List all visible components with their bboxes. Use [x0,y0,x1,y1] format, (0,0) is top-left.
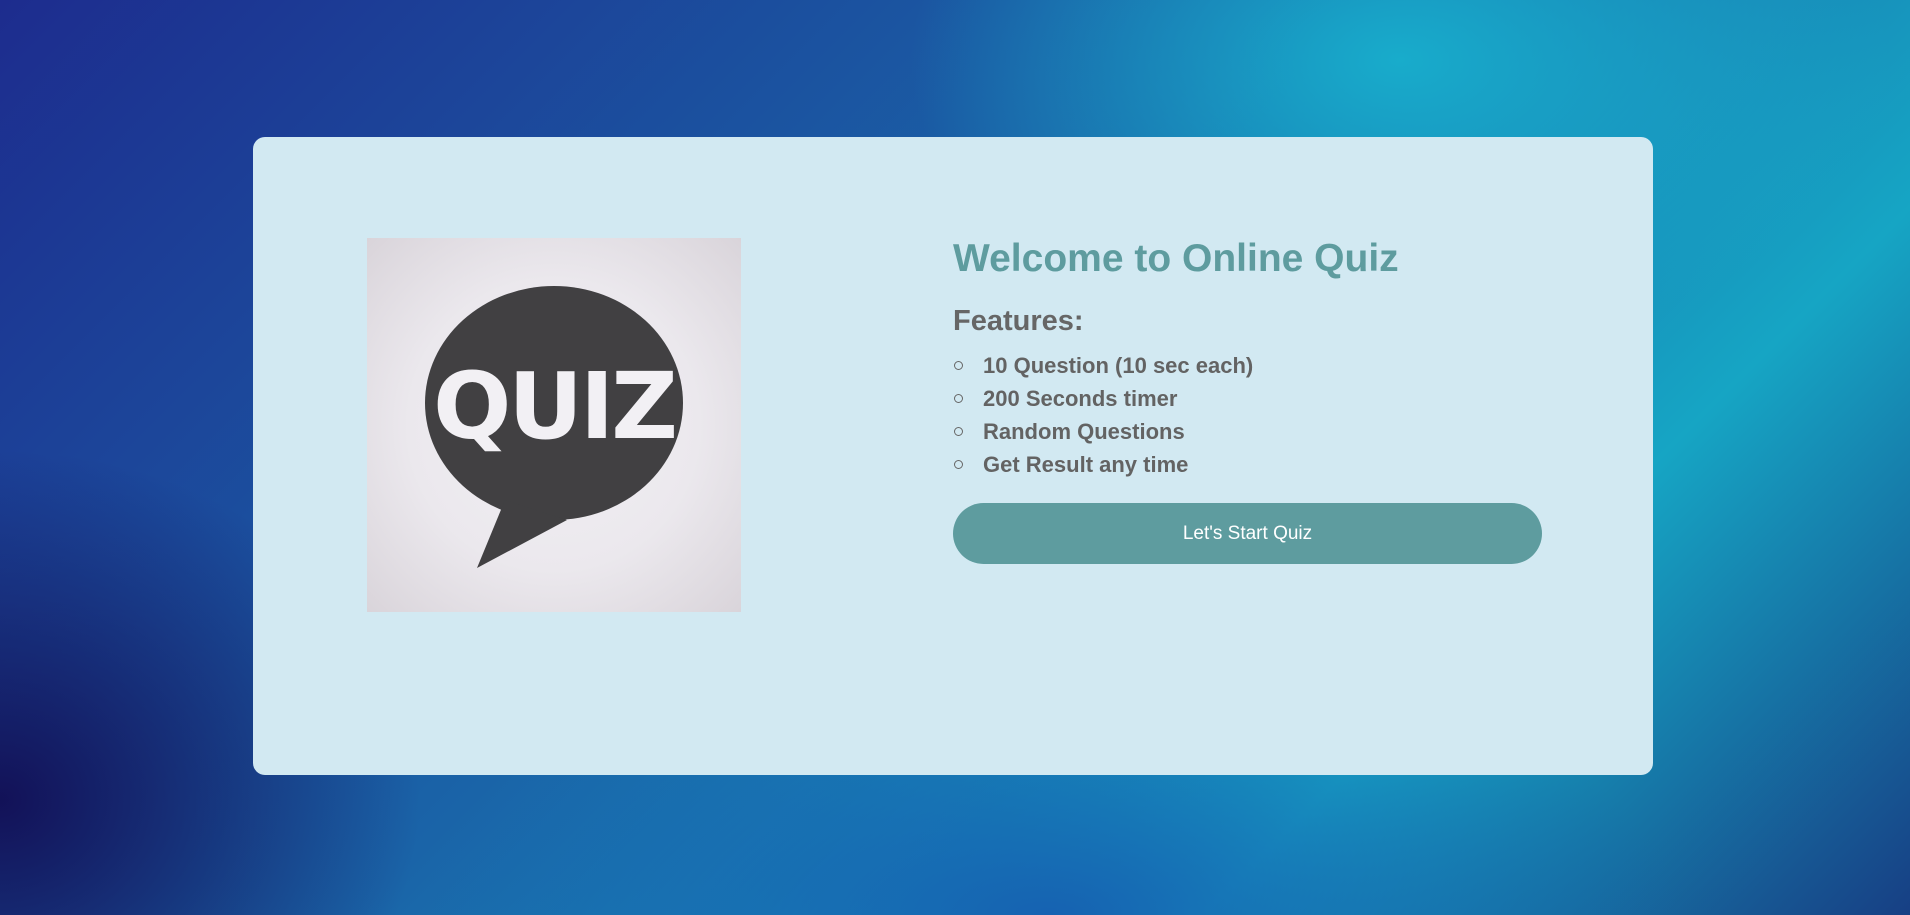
welcome-card: QUIZ Welcome to Online Quiz Features: 10… [253,137,1653,775]
bullet-icon [954,394,963,403]
features-list: 10 Question (10 sec each) 200 Seconds ti… [953,349,1543,481]
speech-bubble-icon: QUIZ [425,286,683,568]
list-item: 10 Question (10 sec each) [953,349,1543,382]
list-item: Get Result any time [953,448,1543,481]
bullet-icon [954,460,963,469]
page-title: Welcome to Online Quiz [953,237,1399,280]
bullet-icon [954,427,963,436]
features-heading: Features: [953,305,1084,337]
list-item: 200 Seconds timer [953,382,1543,415]
start-quiz-button[interactable]: Let's Start Quiz [953,503,1542,564]
list-item: Random Questions [953,415,1543,448]
quiz-logo: QUIZ [367,238,741,612]
main-content: Welcome to Online Quiz Features: 10 Ques… [953,235,1543,564]
bullet-icon [954,361,963,370]
feature-text: Random Questions [983,418,1185,444]
feature-text: 10 Question (10 sec each) [983,352,1254,378]
logo-text: QUIZ [433,353,675,460]
feature-text: Get Result any time [983,451,1189,477]
feature-text: 200 Seconds timer [983,385,1178,411]
